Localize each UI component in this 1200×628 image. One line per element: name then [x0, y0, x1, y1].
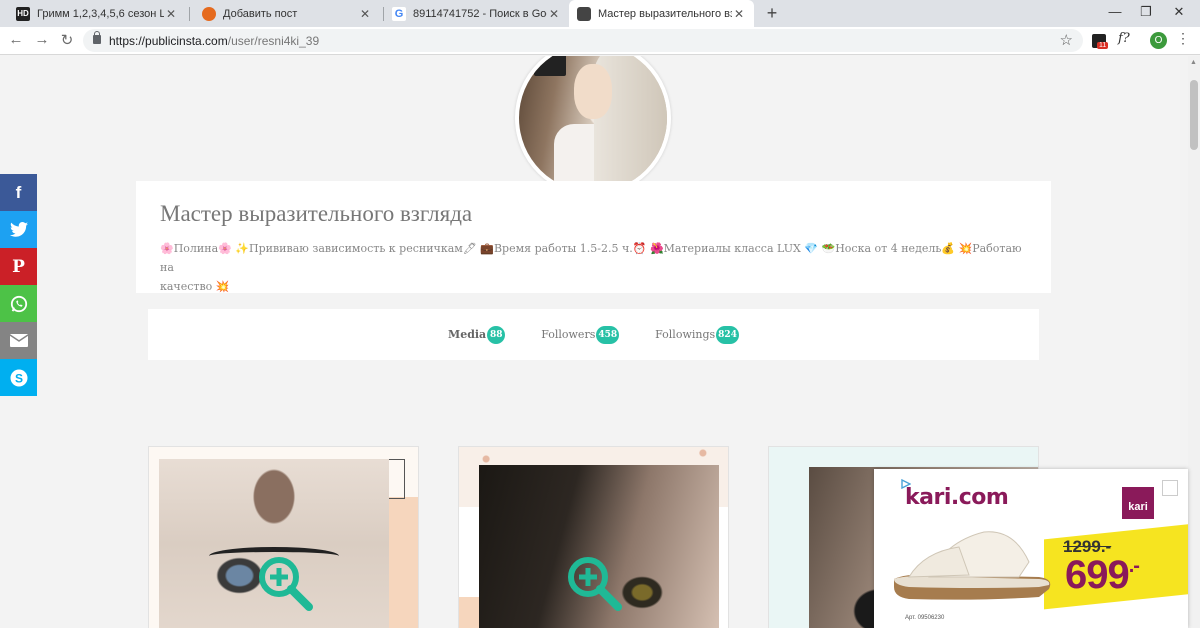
share-twitter-button[interactable] [0, 211, 37, 248]
zoom-icon[interactable] [257, 555, 313, 611]
url-text[interactable]: https://publicinsta.com/user/resni4ki_39 [109, 34, 319, 48]
stat-followings[interactable]: Followings 824 [655, 325, 739, 344]
lock-icon [93, 31, 101, 44]
tab-add-post[interactable]: Добавить пост ✕ [194, 0, 380, 27]
whatsapp-icon [10, 295, 27, 312]
bio-line-1: 🌸Полина🌸 ✨Прививаю зависимость к ресничк… [160, 242, 1022, 274]
skype-icon: S [10, 369, 27, 386]
share-email-button[interactable] [0, 322, 37, 359]
count-badge: 458 [596, 325, 620, 344]
new-price: 699.- [1065, 553, 1140, 598]
stat-label: Followings [655, 328, 716, 341]
close-tab-icon[interactable]: ✕ [358, 7, 372, 21]
tab-publicinsta[interactable]: Мастер выразительного взгляда ✕ [569, 0, 754, 27]
bookmark-star-icon[interactable]: ☆ [1060, 31, 1073, 49]
stat-followers[interactable]: Followers 458 [541, 325, 620, 344]
address-bar[interactable]: https://publicinsta.com/user/resni4ki_39… [83, 29, 1083, 52]
tab-lostfilm[interactable]: HD Гримм 1,2,3,4,5,6 сезон LostFilm.TV ✕ [8, 0, 186, 27]
new-tab-button[interactable]: + [762, 3, 782, 24]
stat-media[interactable]: Media 88 [448, 325, 506, 344]
stat-label: Media [448, 328, 487, 341]
browser-tab-strip: HD Гримм 1,2,3,4,5,6 сезон LostFilm.TV ✕… [0, 0, 1200, 27]
profile-bio-card: Мастер выразительного взгляда 🌸Полина🌸 ✨… [136, 181, 1051, 293]
extension-badge: 11 [1097, 42, 1109, 49]
share-skype-button[interactable]: S [0, 359, 37, 396]
share-whatsapp-button[interactable] [0, 285, 37, 322]
profile-name: Мастер выразительного взгляда [160, 201, 473, 226]
tab-title: Мастер выразительного взгляда [598, 7, 732, 20]
window-close-icon[interactable]: ✕ [1169, 4, 1189, 20]
bio-line-2: качество 💥 [160, 280, 230, 293]
media-card[interactable] [458, 446, 729, 628]
minimize-icon[interactable]: — [1105, 4, 1125, 19]
email-icon [9, 334, 28, 347]
close-tab-icon[interactable]: ✕ [547, 7, 561, 21]
twitter-icon [9, 222, 28, 237]
scroll-up-icon[interactable]: ▲ [1190, 59, 1197, 66]
new-price-value: 699 [1065, 553, 1130, 597]
page-scrollbar[interactable]: ▲ [1188, 56, 1200, 628]
scrollbar-thumb[interactable] [1190, 80, 1198, 150]
browser-menu-icon[interactable]: ⋮ [1176, 30, 1190, 47]
google-icon: G [392, 6, 406, 21]
url-host: https://publicinsta.com [109, 34, 228, 48]
kari-brand-logo: kari [1122, 487, 1154, 519]
browser-toolbar: ← → ↻ https://publicinsta.com/user/resni… [0, 27, 1200, 55]
profile-avatar-photo [515, 56, 671, 196]
url-path: /user/resni4ki_39 [227, 34, 320, 48]
formula-extension-icon[interactable]: f? [1118, 31, 1130, 46]
reload-icon[interactable]: ↻ [58, 31, 76, 49]
profile-bio: 🌸Полина🌸 ✨Прививаю зависимость к ресничк… [160, 239, 1027, 296]
count-badge: 824 [716, 325, 739, 344]
zoom-icon[interactable] [566, 555, 622, 611]
tab-title: 89114741752 - Поиск в Google [413, 7, 547, 20]
article-number: Арт. 09506230 [905, 615, 945, 621]
share-pinterest-button[interactable]: P [0, 248, 37, 285]
ad-close-button[interactable] [1162, 480, 1178, 496]
stat-label: Followers [541, 328, 596, 341]
profile-avatar[interactable]: O [1150, 32, 1167, 49]
kari-logo: kari.com [905, 485, 1009, 510]
instagram-icon [577, 6, 591, 21]
close-tab-icon[interactable]: ✕ [164, 7, 178, 21]
kari-advertisement[interactable]: kari.com kari 1299.- 699.- Арт. 09506230 [874, 469, 1188, 628]
new-price-suffix: .- [1128, 555, 1140, 577]
forward-icon[interactable]: → [33, 31, 51, 48]
close-tab-icon[interactable]: ✕ [732, 7, 746, 21]
media-card[interactable] [148, 446, 419, 628]
hd-icon: HD [16, 6, 30, 21]
profile-stats-bar: Media 88 Followers 458 Followings 824 [148, 309, 1039, 360]
tab-title: Гримм 1,2,3,4,5,6 сезон LostFilm.TV [37, 7, 164, 20]
svg-text:S: S [14, 371, 22, 385]
firefox-icon [202, 6, 216, 21]
back-icon[interactable]: ← [7, 31, 25, 48]
count-badge: 88 [487, 325, 506, 344]
maximize-icon[interactable]: ❐ [1136, 4, 1156, 20]
tab-title: Добавить пост [223, 7, 298, 20]
tab-google-search[interactable]: G 89114741752 - Поиск в Google ✕ [384, 0, 569, 27]
sandal-image [894, 531, 1051, 600]
share-facebook-button[interactable]: f [0, 174, 37, 211]
